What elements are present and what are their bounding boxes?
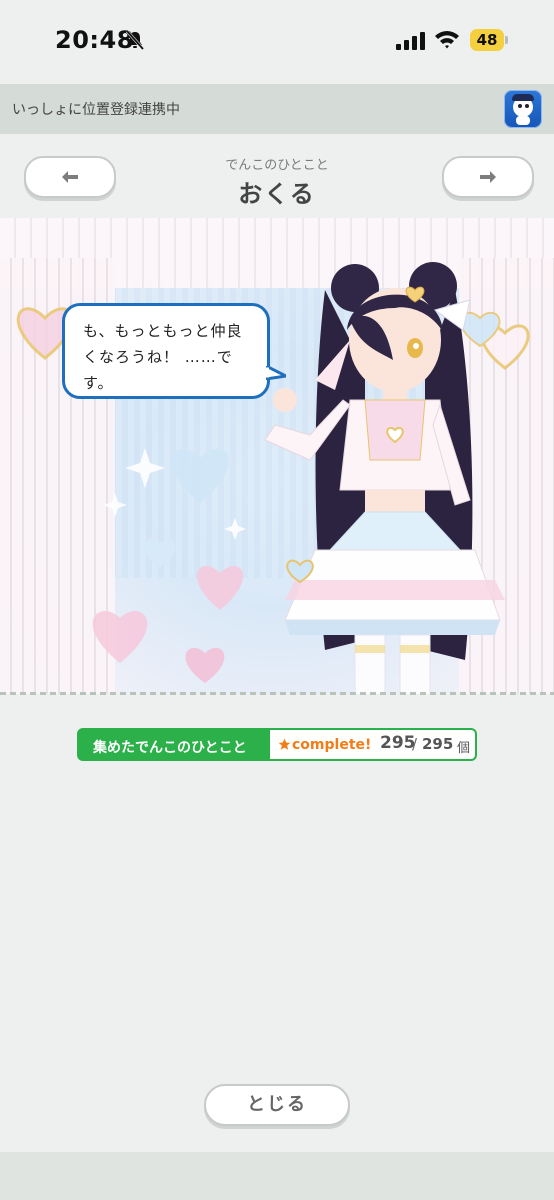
count-unit: 個 — [457, 741, 471, 756]
bottom-bar — [0, 1152, 554, 1200]
close-button[interactable]: とじる — [204, 1084, 350, 1126]
mascot-cap — [512, 94, 534, 101]
total-count: 295 — [422, 735, 454, 753]
character-illustration — [264, 262, 505, 694]
status-time: 20:48 — [55, 26, 134, 54]
scene-divider — [0, 692, 554, 695]
page-subtitle: でんこのひとこと — [225, 158, 329, 173]
battery-tip — [505, 36, 508, 44]
collected-count: 295 — [380, 733, 416, 753]
speech-line-3: す。 — [83, 374, 114, 392]
notice-text: いっしょに位置登録連携中 — [12, 102, 180, 118]
app-shortcut-icon[interactable] — [504, 90, 542, 128]
battery-level: 48 — [470, 29, 504, 51]
star-icon — [278, 738, 291, 750]
muted-bell-icon — [126, 30, 144, 50]
collection-value-box: complete! 295 / 295 個 — [270, 730, 475, 759]
character-scene — [0, 218, 554, 694]
complete-label: complete! — [292, 737, 372, 753]
count-separator: / — [412, 735, 418, 753]
collection-label: 集めたでんこのひとこと — [93, 740, 247, 756]
mascot-eye-left — [518, 104, 522, 108]
collection-status: 集めたでんこのひとこと complete! 295 / 295 個 — [77, 728, 477, 761]
wifi-icon — [435, 31, 459, 49]
speech-line-2: くなろうね！ ……で — [83, 348, 233, 366]
notice-bar: いっしょに位置登録連携中 — [0, 84, 554, 134]
page-title: おくる — [238, 180, 316, 208]
speech-line-1: も、もっともっと仲良 — [83, 322, 243, 340]
speech-bubble: も、もっともっと仲良 くなろうね！ ……で す。 — [62, 303, 270, 399]
mascot-body — [516, 116, 530, 125]
mascot-eye-right — [525, 104, 529, 108]
status-bar: 20:48 48 — [0, 0, 554, 84]
speech-bubble-tail — [266, 366, 286, 380]
cellular-signal-icon — [396, 32, 425, 50]
